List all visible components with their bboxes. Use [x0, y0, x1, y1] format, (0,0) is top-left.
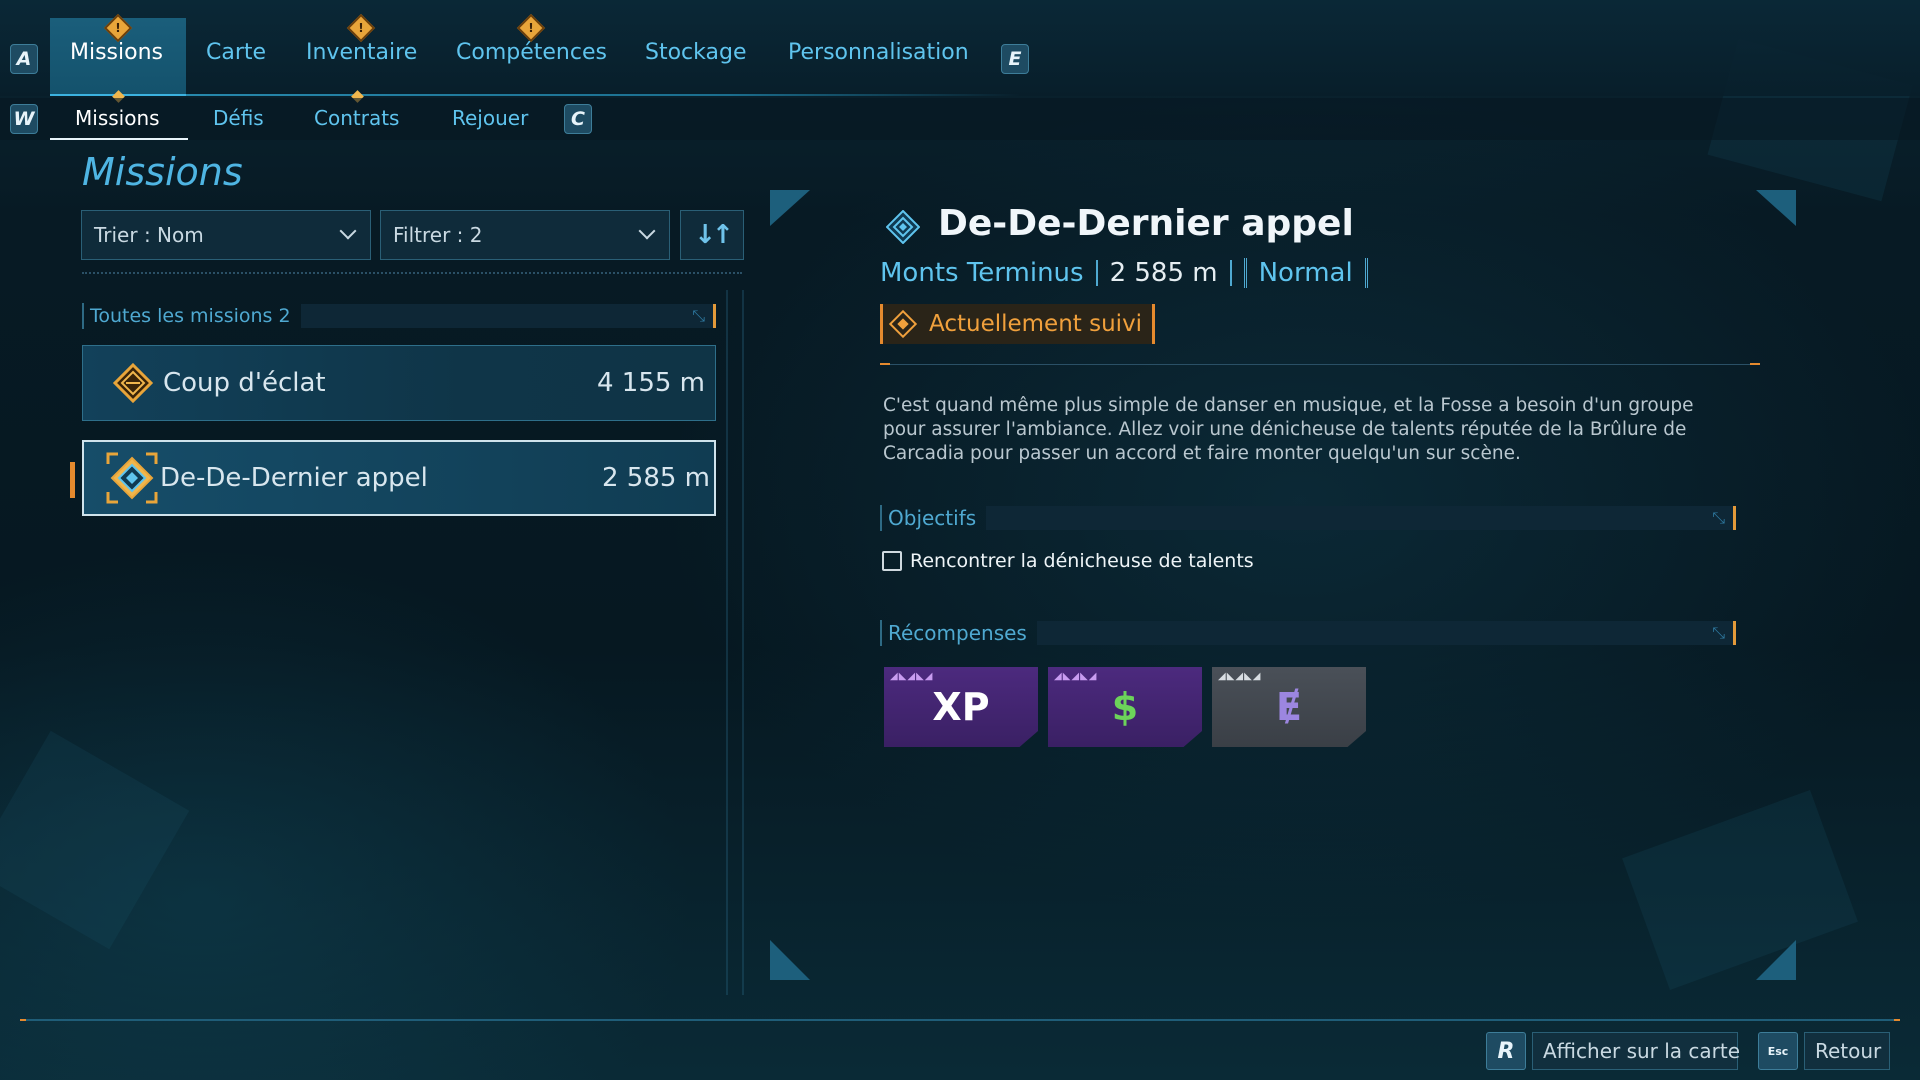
rewards-header-label: Récompenses — [888, 621, 1027, 645]
mission-list-header-label: Toutes les missions 2 — [90, 305, 291, 327]
reward-cash[interactable]: ◢◣◢◣◢ $ — [1048, 667, 1202, 747]
subtab-defis[interactable]: Défis — [213, 106, 264, 130]
filter-dropdown-label: Filtrer : 2 — [393, 223, 483, 247]
reward-eridium[interactable]: ◢◣◢◣◢ Ɇ — [1212, 667, 1366, 747]
objectives-header-label: Objectifs — [888, 506, 977, 530]
cash-icon: $ — [1111, 685, 1139, 729]
chevron-down-icon — [339, 222, 357, 240]
tracking-icon — [888, 309, 918, 339]
sort-dropdown-label: Trier : Nom — [94, 223, 204, 247]
key-hint-c: C — [564, 104, 592, 134]
background-shard — [0, 730, 190, 950]
subtab-missions[interactable]: Missions — [75, 106, 160, 130]
corner-decoration — [1756, 190, 1796, 226]
eridium-icon: Ɇ — [1276, 685, 1302, 729]
objective-text: Rencontrer la dénicheuse de talents — [910, 550, 1254, 572]
blue-diamond-mission-icon — [885, 209, 921, 245]
sort-direction-button[interactable]: ↓↑ — [680, 210, 744, 260]
blue-diamond-mission-icon — [106, 452, 158, 504]
rarity-marker-icon: ◢◣◢◣◢ — [1054, 671, 1098, 682]
separator — [1229, 260, 1232, 286]
subtab-rejouer[interactable]: Rejouer — [452, 106, 528, 130]
mission-list-header: Toutes les missions 2 ⤡ — [82, 303, 716, 329]
sub-navigation — [0, 98, 1920, 140]
rarity-marker-icon: ◢◣◢◣◢ — [890, 671, 934, 682]
panel-divider — [742, 290, 744, 995]
tab-inventaire[interactable]: Inventaire — [306, 40, 417, 65]
mission-title: De-De-Dernier appel — [938, 203, 1354, 244]
key-hint-r: R — [1486, 1032, 1526, 1070]
mission-distance: 4 155 m — [596, 368, 705, 398]
tab-competences[interactable]: Compétences — [456, 40, 607, 65]
header-bar: ⤡ — [1036, 621, 1736, 645]
tab-carte[interactable]: Carte — [206, 40, 266, 65]
mission-name: Coup d'éclat — [163, 368, 326, 398]
footer-divider — [20, 1019, 1900, 1021]
back-button[interactable]: Retour — [1804, 1032, 1890, 1070]
difficulty-badge: Normal — [1243, 258, 1368, 288]
collapse-icon[interactable]: ⤡ — [1712, 623, 1725, 643]
mission-description: C'est quand même plus simple de danser e… — [883, 395, 1694, 464]
mission-distance: 2 585 m — [601, 463, 710, 493]
sort-arrows-icon: ↓↑ — [694, 220, 734, 250]
mission-name: De-De-Dernier appel — [160, 463, 428, 493]
separator — [1095, 260, 1098, 286]
panel-divider — [726, 290, 728, 995]
key-hint-w: W — [10, 104, 38, 134]
mission-distance: 2 585 m — [1109, 258, 1218, 288]
objective-checkbox — [882, 551, 902, 571]
corner-decoration — [770, 190, 810, 226]
sort-dropdown[interactable]: Trier : Nom — [81, 210, 371, 260]
objective-item: Rencontrer la dénicheuse de talents — [882, 550, 1254, 572]
divider — [880, 363, 1760, 365]
show-on-map-button[interactable]: Afficher sur la carte — [1532, 1032, 1740, 1070]
tab-personnalisation[interactable]: Personnalisation — [788, 40, 969, 65]
mission-meta: Monts Terminus 2 585 m Normal — [880, 255, 1368, 291]
reward-xp[interactable]: ◢◣◢◣◢ XP — [884, 667, 1038, 747]
selection-marker — [70, 462, 75, 498]
filter-dropdown[interactable]: Filtrer : 2 — [380, 210, 670, 260]
header-bar: ⤡ — [300, 304, 716, 328]
tracked-status-label: Actuellement suivi — [929, 311, 1143, 337]
collapse-icon[interactable]: ⤡ — [692, 306, 705, 326]
page-title: Missions — [82, 150, 243, 194]
key-hint-a: A — [10, 44, 38, 74]
corner-decoration — [770, 940, 810, 980]
gold-diamond-mission-icon — [112, 362, 154, 404]
xp-icon: XP — [932, 685, 990, 729]
chevron-down-icon — [638, 222, 656, 240]
mission-list-item[interactable]: Coup d'éclat 4 155 m — [82, 345, 716, 421]
tab-stockage[interactable]: Stockage — [645, 40, 746, 65]
mission-location: Monts Terminus — [880, 258, 1084, 288]
key-hint-e: E — [1001, 44, 1029, 74]
corner-decoration — [1756, 940, 1796, 980]
mission-list-item-selected[interactable]: De-De-Dernier appel 2 585 m — [82, 440, 716, 516]
tracked-status-badge: Actuellement suivi — [880, 304, 1156, 344]
divider — [82, 272, 742, 274]
subtab-active-underline — [50, 138, 188, 140]
rewards-header: Récompenses ⤡ — [880, 620, 1736, 646]
objectives-header: Objectifs ⤡ — [880, 505, 1736, 531]
tab-missions[interactable]: Missions — [70, 40, 163, 65]
subtab-contrats[interactable]: Contrats — [314, 106, 399, 130]
header-bar: ⤡ — [986, 506, 1736, 530]
rarity-marker-icon: ◢◣◢◣◢ — [1218, 671, 1262, 682]
background-shard — [1622, 790, 1858, 990]
collapse-icon[interactable]: ⤡ — [1712, 508, 1725, 528]
key-hint-esc: Esc — [1758, 1032, 1798, 1070]
